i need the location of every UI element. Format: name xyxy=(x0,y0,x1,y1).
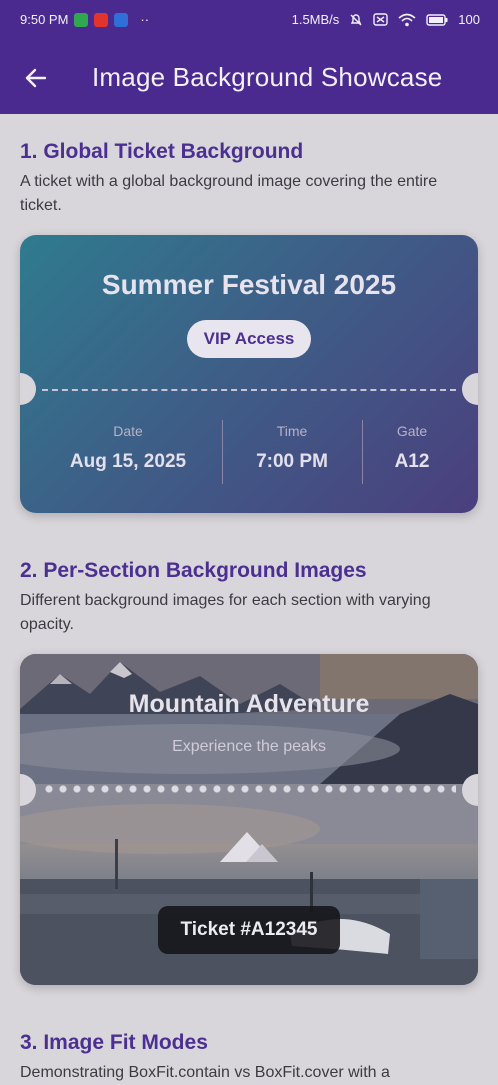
page-title: Image Background Showcase xyxy=(92,62,443,92)
ticket-notch-left xyxy=(20,373,36,405)
ticket-number-chip: Ticket #A12345 xyxy=(158,906,340,954)
youtube-icon xyxy=(94,12,109,27)
gate-label: Gate xyxy=(396,423,428,439)
mountain-title: Mountain Adventure xyxy=(128,690,370,718)
section-3-description: Demonstrating BoxFit.contain vs BoxFit.c… xyxy=(20,1064,390,1081)
status-left: 9:50 PM ·· xyxy=(20,12,149,27)
event-title: Summer Festival 2025 xyxy=(101,269,397,300)
airport-scene xyxy=(20,784,478,985)
time-value: 7:00 PM xyxy=(256,451,328,472)
airport-background-image xyxy=(20,784,478,985)
section-3-title: 3. Image Fit Modes xyxy=(20,1031,208,1054)
mountain-scene xyxy=(20,654,478,784)
section-2-description: Different background images for each sec… xyxy=(20,592,431,633)
gate-info: Gate A12 xyxy=(370,423,454,473)
global-background-ticket[interactable]: Summer Festival 2025 VIP Access Date Aug… xyxy=(20,235,478,513)
no-sim-icon xyxy=(373,13,388,26)
column-divider xyxy=(362,420,363,484)
ticket-notch-right xyxy=(462,373,478,405)
ticket-tear-line xyxy=(42,389,456,391)
section-1-title: 1. Global Ticket Background xyxy=(20,140,304,163)
status-right: 1.5MB/s 100 xyxy=(292,12,480,27)
time-label: Time xyxy=(276,423,308,439)
ticket-perforation xyxy=(42,785,456,793)
network-speed: 1.5MB/s xyxy=(291,12,340,27)
date-label: Date xyxy=(113,423,143,439)
notification-app-icon xyxy=(74,12,89,27)
per-section-background-ticket[interactable]: Mountain Adventure Experience the peaks … xyxy=(20,654,478,985)
outlook-icon xyxy=(114,12,129,27)
section-1-description: A ticket with a global background image … xyxy=(20,173,438,214)
status-bar: 9:50 PM ·· 1.5MB/s 100 xyxy=(0,0,498,42)
section-2-title: 2. Per-Section Background Images xyxy=(20,559,367,582)
date-info: Date Aug 15, 2025 xyxy=(56,423,200,473)
date-value: Aug 15, 2025 xyxy=(69,451,187,472)
mute-bell-icon xyxy=(350,13,362,25)
gate-value: A12 xyxy=(394,451,430,472)
status-time: 9:50 PM xyxy=(20,12,69,27)
app-bar: Image Background Showcase xyxy=(0,42,498,114)
battery-icon xyxy=(426,13,448,26)
back-arrow-icon[interactable] xyxy=(22,64,50,92)
column-divider xyxy=(222,420,223,484)
mountain-subtitle: Experience the peaks xyxy=(172,738,326,755)
wifi-icon xyxy=(398,13,416,26)
more-notifications-icon: ·· xyxy=(140,12,150,27)
time-info: Time 7:00 PM xyxy=(230,423,354,473)
battery-level: 100 xyxy=(458,12,480,27)
scroll-content[interactable]: 1. Global Ticket Background A ticket wit… xyxy=(0,114,498,1081)
mountain-background-image xyxy=(20,654,478,784)
vip-badge: VIP Access xyxy=(187,320,311,358)
